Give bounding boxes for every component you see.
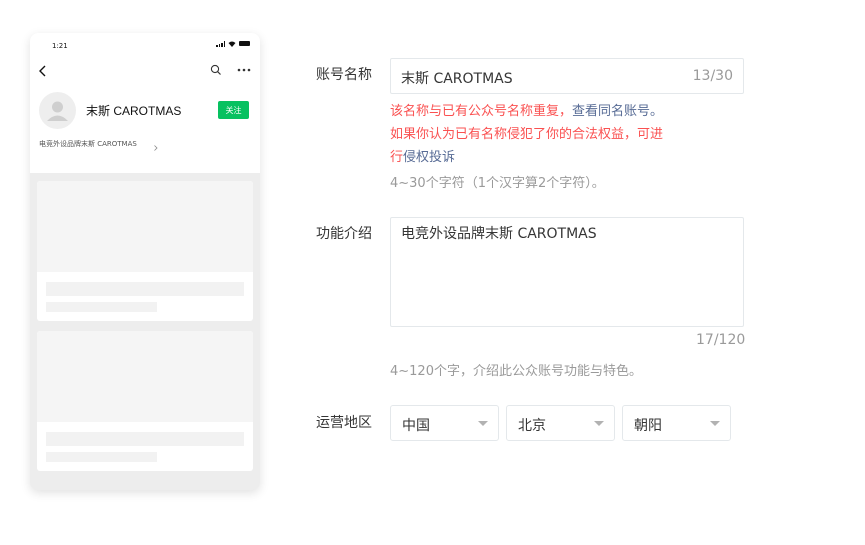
chevron-down-icon <box>478 421 488 426</box>
preview-header: 1:21 末斯 CAROTMAS 关注 电竞外设品牌末斯 CAROTMAS <box>30 33 260 173</box>
placeholder-image <box>37 331 253 422</box>
infringement-complaint-link[interactable]: 侵权投诉 <box>403 150 455 165</box>
duplicate-name-error: 该名称与已有公众号名称重复，查看同名账号。 <box>390 100 663 119</box>
account-name-counter: 13/30 <box>692 68 733 84</box>
chevron-right-icon <box>154 145 158 151</box>
avatar <box>39 92 76 129</box>
placeholder-line <box>46 302 157 312</box>
battery-icon <box>239 41 250 46</box>
status-icons <box>216 41 250 47</box>
account-name-tip: 4~30个字符（1个汉字算2个字符）。 <box>390 176 605 191</box>
chevron-down-icon <box>594 421 604 426</box>
error-text: 该名称与已有公众号名称重复， <box>390 104 573 119</box>
status-time: 1:21 <box>52 42 68 50</box>
preview-intro: 电竞外设品牌末斯 CAROTMAS <box>39 140 137 148</box>
intro-counter: 17/120 <box>696 332 746 348</box>
back-icon[interactable] <box>38 64 47 78</box>
placeholder-line <box>46 282 244 296</box>
more-icon[interactable] <box>237 68 251 72</box>
placeholder-line <box>46 432 244 446</box>
phone-preview: 1:21 末斯 CAROTMAS 关注 电竞外设品牌末斯 CAROTMAS <box>30 33 260 490</box>
placeholder-line <box>46 452 157 462</box>
infringement-line: 行侵权投诉 <box>390 146 455 165</box>
chevron-down-icon <box>710 421 720 426</box>
province-select[interactable]: 北京 <box>506 405 615 441</box>
intro-label: 功能介绍 <box>316 226 372 242</box>
signal-icon <box>216 41 225 47</box>
article-placeholder-card <box>37 331 253 471</box>
view-same-name-link[interactable]: 查看同名账号。 <box>572 104 663 119</box>
district-select[interactable]: 朝阳 <box>622 405 731 441</box>
account-name-label: 账号名称 <box>316 67 372 83</box>
default-avatar-icon <box>47 101 68 121</box>
province-value: 北京 <box>518 418 546 434</box>
intro-textarea[interactable]: 电竞外设品牌末斯 CAROTMAS <box>390 217 744 327</box>
region-label: 运营地区 <box>316 415 372 431</box>
intro-tip: 4~120个字，介绍此公众账号功能与特色。 <box>390 364 642 379</box>
country-select[interactable]: 中国 <box>390 405 499 441</box>
country-value: 中国 <box>402 418 430 434</box>
error-text: 行 <box>390 150 404 165</box>
intro-value: 电竞外设品牌末斯 CAROTMAS <box>401 226 597 242</box>
placeholder-image <box>37 181 253 272</box>
preview-account-name: 末斯 CAROTMAS <box>86 104 182 118</box>
district-value: 朝阳 <box>634 418 662 434</box>
search-icon[interactable] <box>210 64 222 76</box>
account-name-value: 末斯 CAROTMAS <box>401 71 513 87</box>
follow-button[interactable]: 关注 <box>218 101 249 119</box>
article-placeholder-card <box>37 181 253 321</box>
wifi-icon <box>228 41 236 47</box>
error-text-line2: 如果你认为已有名称侵犯了你的合法权益，可进 <box>390 127 664 142</box>
account-name-input[interactable]: 末斯 CAROTMAS 13/30 <box>390 58 744 94</box>
